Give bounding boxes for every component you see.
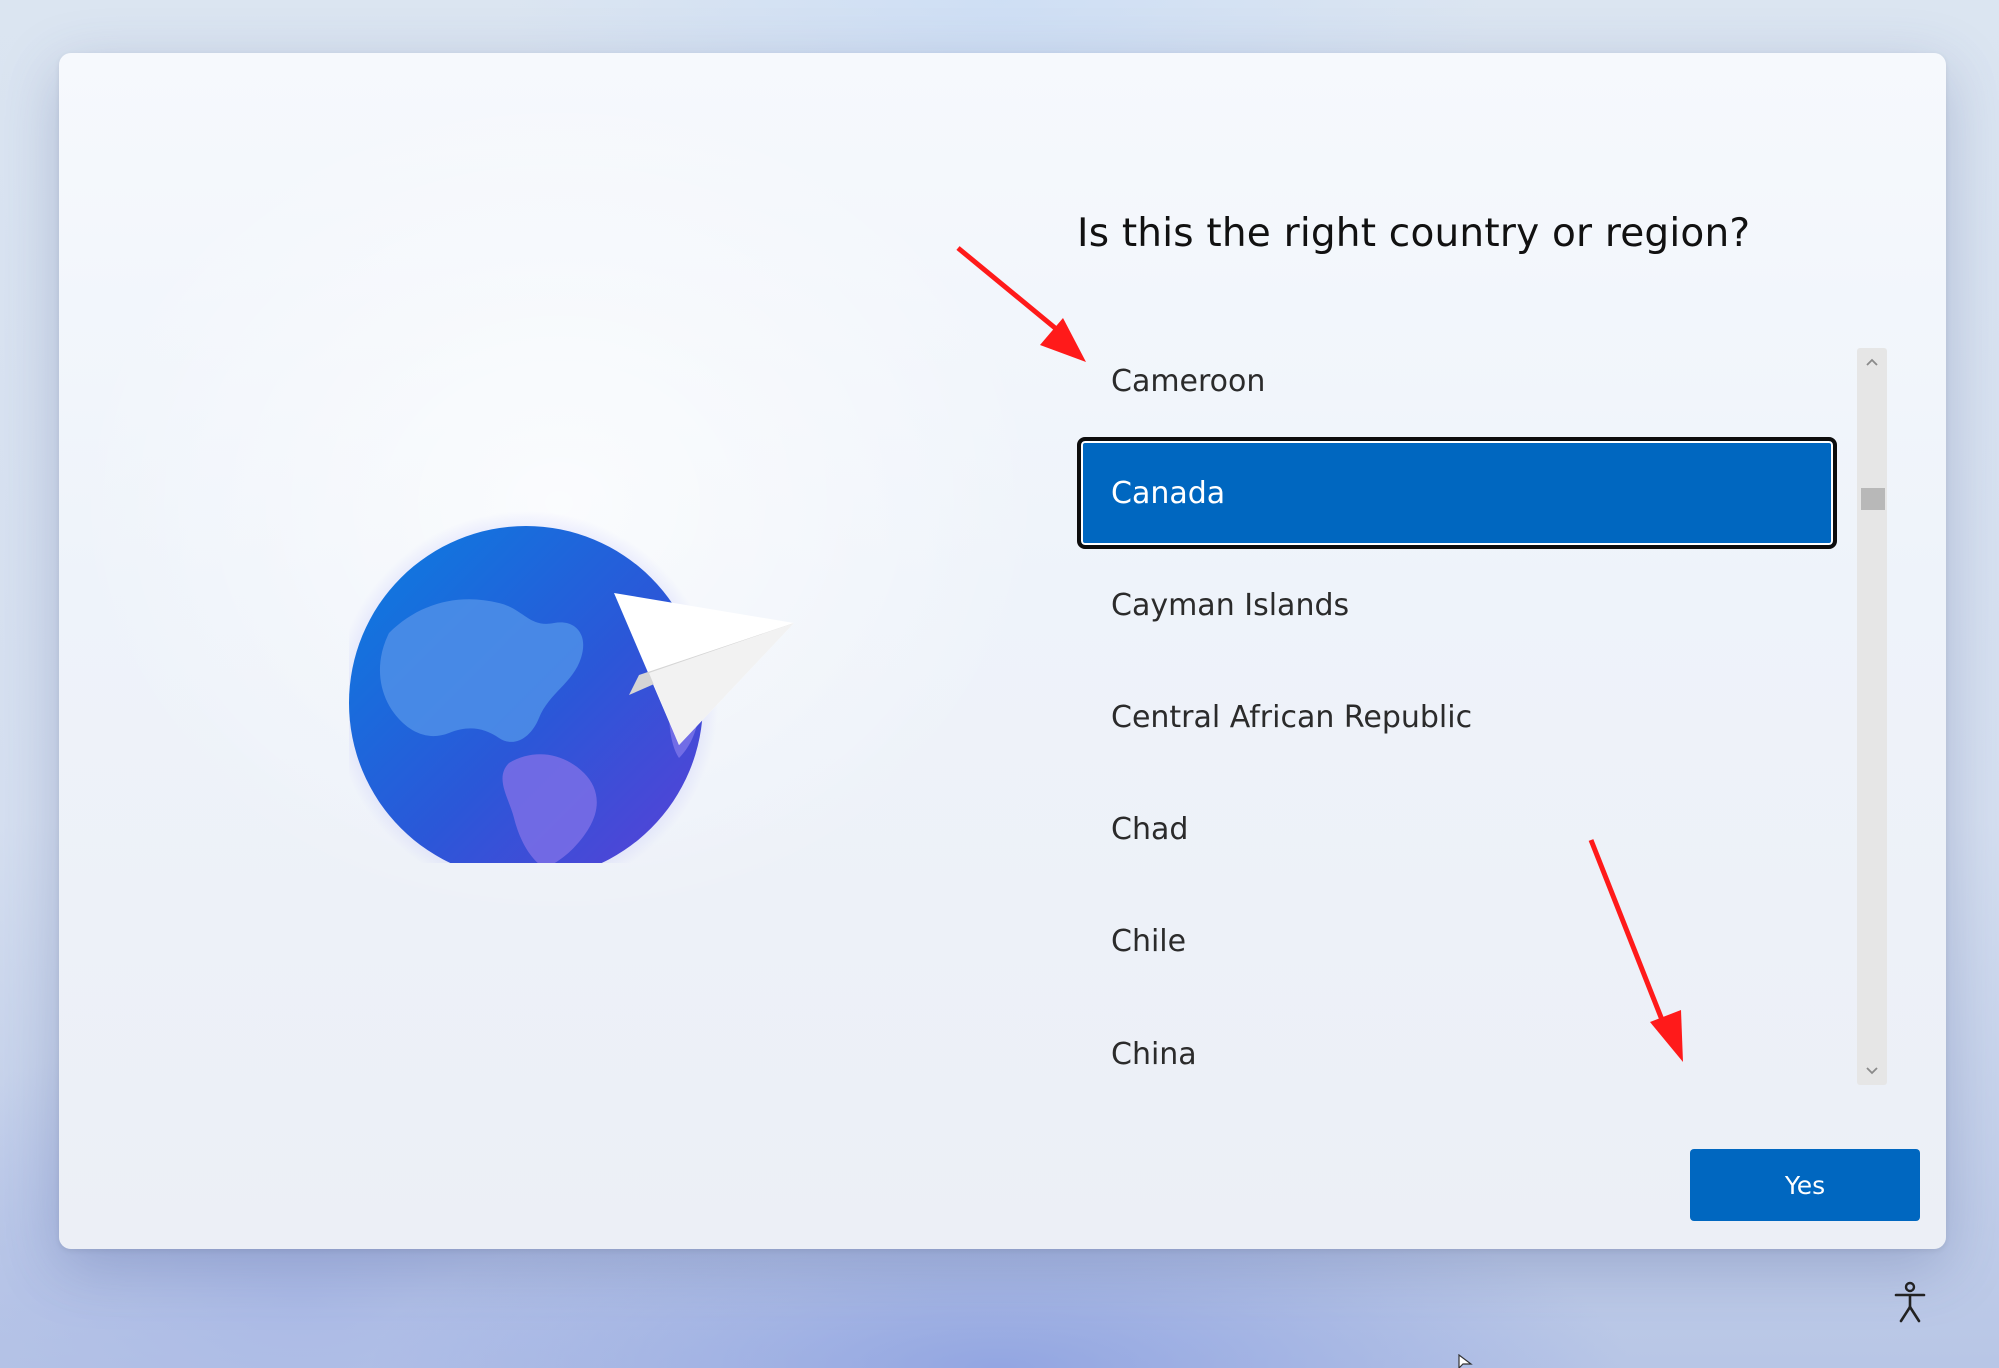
country-list-items: Cameroon Canada Cayman Islands Central Afri… bbox=[1077, 293, 1837, 1072]
country-item[interactable]: Cameroon bbox=[1077, 325, 1837, 437]
chevron-down-icon[interactable] bbox=[1857, 1059, 1887, 1083]
globe-paper-plane-icon bbox=[349, 511, 794, 863]
scrollbar[interactable] bbox=[1857, 348, 1887, 1085]
mouse-cursor-icon bbox=[1458, 1354, 1473, 1368]
country-item[interactable]: Chad bbox=[1077, 773, 1837, 885]
country-item[interactable]: Cayman Islands bbox=[1077, 549, 1837, 661]
scrollbar-thumb[interactable] bbox=[1861, 488, 1885, 510]
setup-card: Is this the right country or region? Cam… bbox=[59, 53, 1946, 1249]
country-item[interactable]: Central African Republic bbox=[1077, 661, 1837, 773]
country-item[interactable]: Chile bbox=[1077, 885, 1837, 997]
country-item[interactable]: Canada bbox=[1077, 437, 1837, 549]
accessibility-icon[interactable] bbox=[1890, 1280, 1930, 1324]
page-title: Is this the right country or region? bbox=[1077, 211, 1751, 256]
country-item[interactable]: China bbox=[1077, 998, 1837, 1110]
country-list[interactable]: Cameroon Canada Cayman Islands Central Afri… bbox=[1077, 293, 1917, 1085]
yes-button[interactable]: Yes bbox=[1690, 1149, 1920, 1221]
chevron-up-icon[interactable] bbox=[1857, 350, 1887, 374]
